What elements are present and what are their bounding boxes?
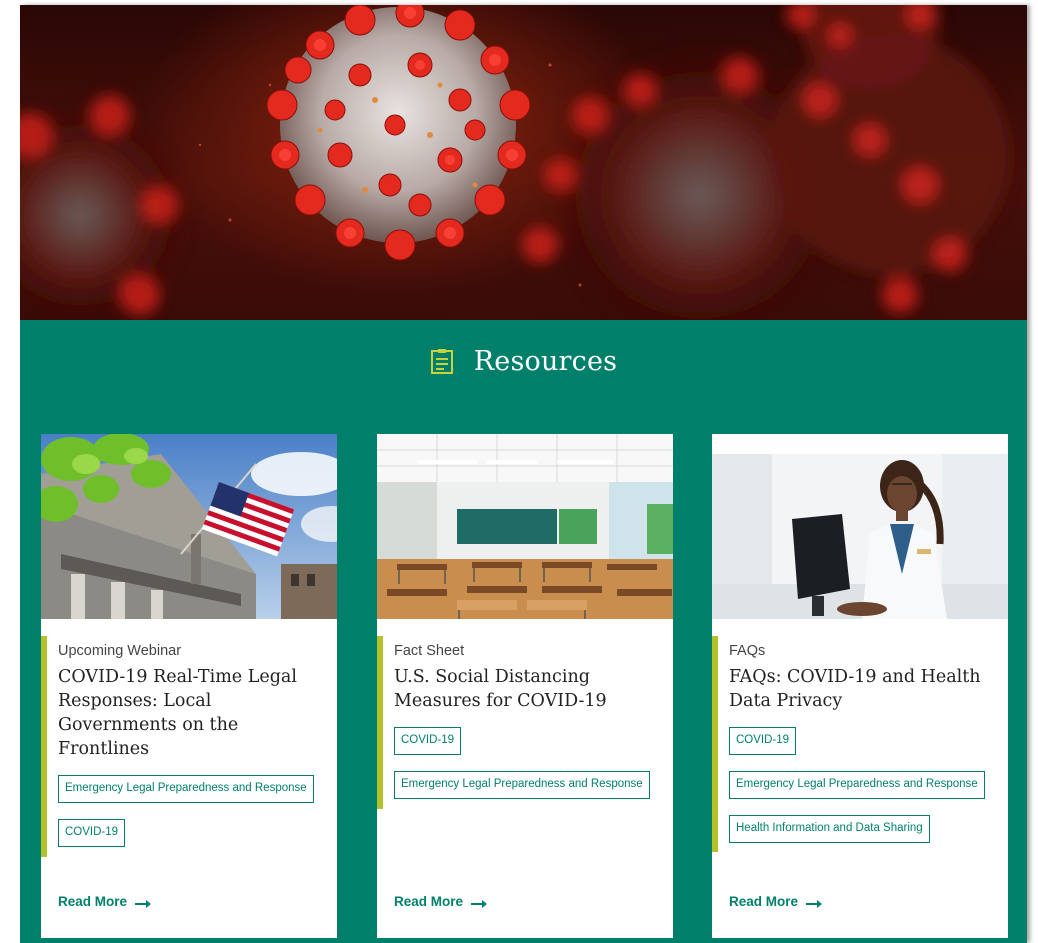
arrow-right-icon: [471, 897, 488, 908]
classroom-image[interactable]: [377, 434, 673, 619]
read-more-label: Read More: [729, 894, 799, 909]
document-list-icon: [430, 348, 454, 375]
section-title: Resources: [473, 346, 618, 377]
tag-covid-19[interactable]: COVID-19: [729, 727, 797, 755]
arrow-right-icon: [806, 897, 823, 908]
read-more-link[interactable]: Read More: [58, 894, 152, 909]
card-accent-bar: [377, 636, 383, 809]
card-title[interactable]: COVID-19 Real-Time Legal Responses: Loca…: [58, 665, 323, 761]
card-category: Fact Sheet: [394, 643, 465, 659]
scientist-at-computer-image[interactable]: [712, 434, 1008, 619]
hero-banner-image: [20, 5, 1027, 320]
resource-card: Upcoming Webinar COVID-19 Real-Time Lega…: [41, 434, 337, 938]
read-more-link[interactable]: Read More: [394, 894, 488, 909]
resources-section: Resources Upcoming Webinar COVID-19 Real…: [20, 320, 1027, 943]
tag-emergency-legal[interactable]: Emergency Legal Preparedness and Respons…: [729, 771, 985, 799]
read-more-label: Read More: [394, 894, 464, 909]
card-category: Upcoming Webinar: [58, 643, 182, 659]
tag-covid-19[interactable]: COVID-19: [394, 727, 462, 755]
read-more-link[interactable]: Read More: [729, 894, 823, 909]
resource-card: Fact Sheet U.S. Social Distancing Measur…: [377, 434, 673, 938]
page: Resources Upcoming Webinar COVID-19 Real…: [20, 5, 1027, 943]
read-more-label: Read More: [58, 894, 128, 909]
section-header: Resources: [20, 346, 1027, 380]
resource-card: FAQs FAQs: COVID-19 and Health Data Priv…: [712, 434, 1008, 938]
tag-emergency-legal[interactable]: Emergency Legal Preparedness and Respons…: [394, 771, 650, 799]
card-accent-bar: [712, 636, 718, 852]
tag-covid-19[interactable]: COVID-19: [58, 819, 126, 847]
card-accent-bar: [41, 636, 47, 857]
card-title[interactable]: FAQs: COVID-19 and Health Data Privacy: [729, 665, 994, 713]
tag-health-information[interactable]: Health Information and Data Sharing: [729, 815, 930, 843]
card-title[interactable]: U.S. Social Distancing Measures for COVI…: [394, 665, 659, 713]
arrow-right-icon: [135, 897, 152, 908]
tag-emergency-legal[interactable]: Emergency Legal Preparedness and Respons…: [58, 775, 314, 803]
card-category: FAQs: [729, 643, 766, 659]
city-hall-flag-image[interactable]: [41, 434, 337, 619]
